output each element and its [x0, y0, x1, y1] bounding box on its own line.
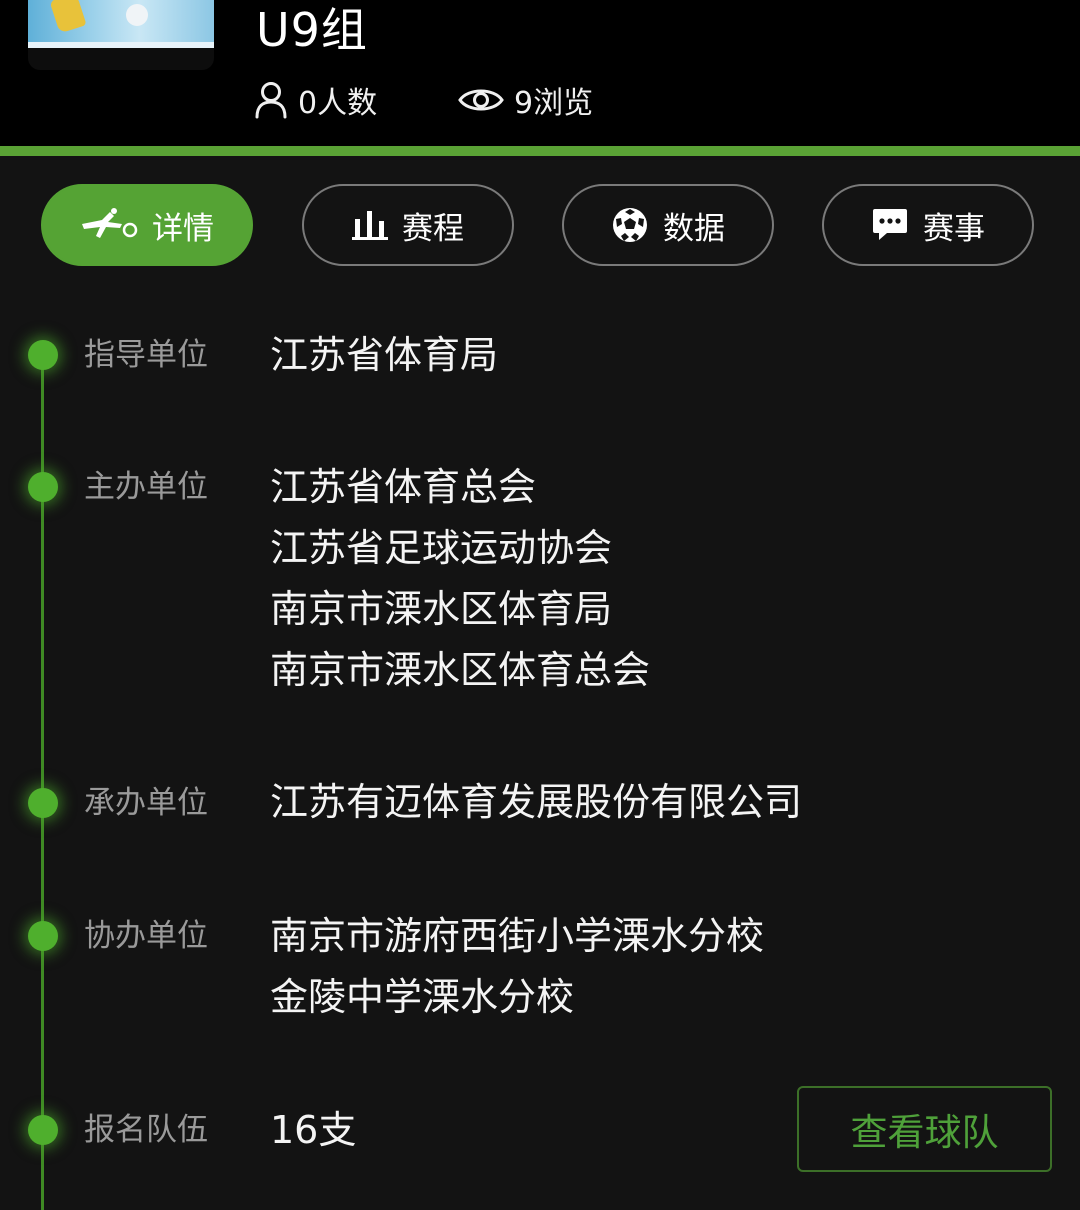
detail-label: 协办单位 — [84, 918, 208, 954]
detail-value: 江苏省足球运动协会 — [270, 526, 613, 570]
detail-value: 南京市溧水区体育局 — [270, 587, 613, 631]
soccer-ball-icon — [611, 206, 649, 244]
detail-value: 南京市游府西街小学溧水分校 — [270, 914, 765, 958]
detail-label: 指导单位 — [84, 337, 208, 373]
detail-value: 16支 — [270, 1108, 357, 1152]
tab-schedule[interactable]: 赛程 — [302, 184, 514, 266]
eye-icon — [458, 89, 504, 111]
tab-data[interactable]: 数据 — [562, 184, 774, 266]
detail-value: 江苏省体育局 — [270, 333, 499, 377]
people-count-text: 0人数 — [298, 86, 378, 121]
timeline-dot — [28, 788, 58, 818]
tab-bar: 详情 赛程 数据 赛事 — [0, 184, 1080, 270]
timeline-dot — [28, 921, 58, 951]
timeline-dot — [28, 1115, 58, 1145]
header: U9组 0人数 9浏览 — [0, 0, 1080, 146]
detail-value: 金陵中学溧水分校 — [270, 975, 575, 1019]
bar-chart-icon — [352, 209, 388, 241]
detail-value: 江苏省体育总会 — [270, 465, 537, 509]
timeline-dot — [28, 340, 58, 370]
view-count-text: 9浏览 — [514, 86, 594, 121]
tab-events-label: 赛事 — [923, 210, 985, 247]
detail-label: 主办单位 — [84, 469, 208, 505]
person-icon — [255, 82, 287, 119]
people-count: 0人数 — [254, 78, 377, 122]
event-thumbnail[interactable] — [28, 0, 214, 70]
tab-schedule-label: 赛程 — [402, 210, 464, 247]
tab-details[interactable]: 详情 — [41, 184, 253, 266]
detail-value: 南京市溧水区体育总会 — [270, 648, 651, 692]
page-title: U9组 — [256, 3, 368, 57]
tab-events[interactable]: 赛事 — [822, 184, 1034, 266]
tab-details-label: 详情 — [152, 210, 214, 247]
timeline-dot — [28, 472, 58, 502]
thumbnail-image — [28, 0, 214, 42]
detail-value: 江苏有迈体育发展股份有限公司 — [270, 780, 803, 824]
view-teams-button[interactable]: 查看球队 — [797, 1086, 1052, 1172]
detail-label: 承办单位 — [84, 785, 208, 821]
tab-data-label: 数据 — [663, 210, 725, 247]
header-divider — [0, 146, 1080, 156]
view-count: 9浏览 — [458, 78, 593, 122]
kick-icon — [80, 208, 138, 242]
detail-label: 报名队伍 — [84, 1112, 208, 1148]
chat-bubble-icon — [871, 207, 909, 243]
